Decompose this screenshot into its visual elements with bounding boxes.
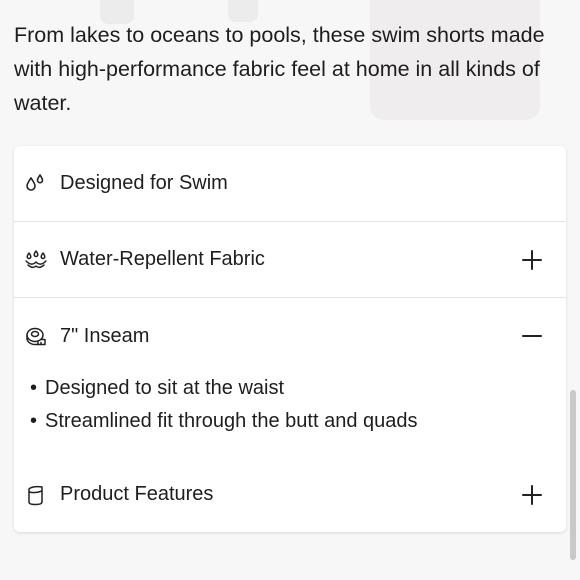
features-icon	[24, 483, 48, 507]
accordion-item-designed-for-swim[interactable]: Designed for Swim	[14, 146, 566, 222]
accordion-label: Water-Repellent Fabric	[60, 248, 265, 270]
accordion-label: 7" Inseam	[60, 324, 150, 347]
list-item: Streamlined fit through the butt and qua…	[30, 405, 417, 438]
accordion-item-product-features[interactable]: Product Features	[14, 457, 566, 532]
plus-icon[interactable]	[518, 246, 546, 274]
accordion-item-water-repellent[interactable]: Water-Repellent Fabric	[14, 222, 566, 298]
minus-icon[interactable]	[518, 322, 546, 350]
accordion-header-inseam[interactable]: 7" Inseam	[14, 298, 566, 374]
list-item: Designed to sit at the waist	[30, 372, 418, 405]
plus-icon[interactable]	[518, 481, 546, 509]
product-description: From lakes to oceans to pools, these swi…	[14, 23, 545, 115]
measuring-tape-icon	[24, 324, 48, 348]
inseam-details-list: Designed to sit at the waist Streamlined…	[30, 372, 418, 438]
accordion-label: Product Features	[60, 483, 214, 505]
accordion-label: Designed for Swim	[60, 172, 228, 194]
scrollbar[interactable]	[570, 390, 576, 560]
feature-accordion: Designed for Swim Water-Repellent Fabric	[14, 146, 566, 532]
water-repellent-icon	[24, 248, 48, 272]
water-drops-icon	[24, 172, 48, 196]
